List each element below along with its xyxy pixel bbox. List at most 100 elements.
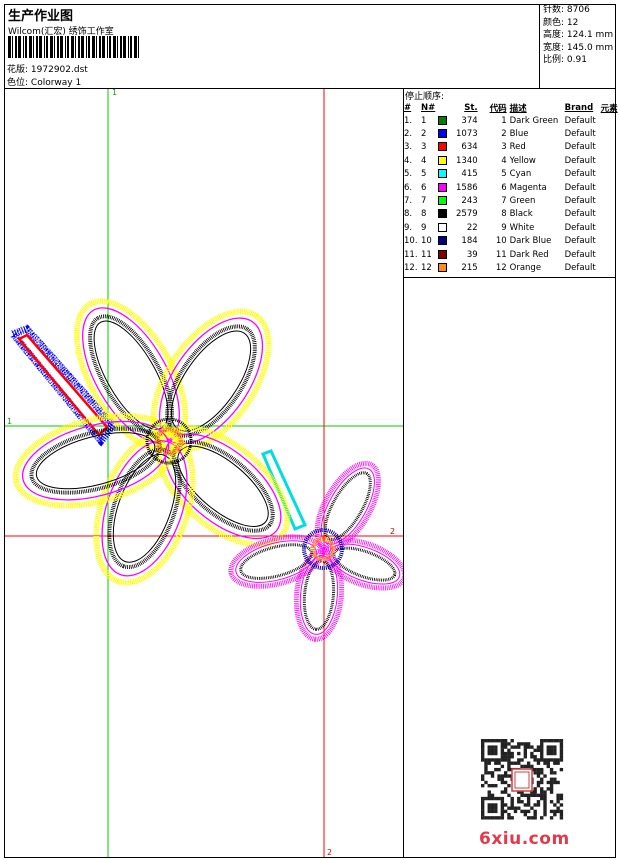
colorway-value: Colorway 1 [30,78,82,88]
cell-swatch [438,154,456,167]
column-header-brand: Brand [564,102,594,113]
table-row: 6. 6 1586 6 Magenta Default [404,181,618,194]
cell-swatch [438,194,456,207]
barcode-icon [8,36,139,58]
column-header-number: N# [421,102,436,113]
cell-description: Dark Blue [509,236,552,247]
table-row: 8. 8 2579 8 Black Default [404,208,618,221]
color-swatch [438,196,447,206]
table-row: 11. 11 39 11 Dark Red Default [404,248,618,261]
cell-element [601,221,618,234]
cell-swatch [438,261,456,274]
cell-element [601,235,618,248]
cell-element [601,248,618,261]
cell-element [601,208,618,221]
cell-brand: Default [564,222,596,233]
table-row: 1. 1 374 1 Dark Green Default [404,114,618,127]
page-title: 生产作业图 [8,9,74,24]
cell-swatch [438,221,456,234]
color-swatch [438,142,447,152]
cell-description: Green [509,196,536,207]
color-swatch [438,262,447,272]
cell-swatch [438,235,456,248]
cell-element [601,141,618,154]
cell-element [601,168,618,181]
cell-code: 1 [501,115,507,126]
stat-colors: 颜色: 12 [543,17,579,28]
color-swatch [438,115,447,125]
cell-code: 12 [495,262,507,273]
cell-number: 2 [421,129,427,140]
cell-swatch [438,181,456,194]
column-header-index: # [404,102,412,113]
cell-stitches: 2579 [456,209,478,220]
cell-description: Blue [509,129,529,140]
cell-brand: Default [564,115,596,126]
table-row: 7. 7 243 7 Green Default [404,194,618,207]
cell-stitches: 1340 [456,155,478,166]
cell-stitches: 1073 [456,129,478,140]
cell-number: 4 [421,155,427,166]
guide-marker-top-1: 1 [112,89,117,97]
cell-brand: Default [564,155,596,166]
cell-brand: Default [564,209,596,220]
design-row: 花版: 1972902.dst [7,62,88,75]
stats-panel: 针数: 8706 颜色: 12 高度: 124.1 mm 宽度: 145.0 m… [543,4,613,67]
design-value: 1972902.dst [30,65,88,75]
cell-index: 11. [404,249,418,260]
table-row: 3. 3 634 3 Red Default [404,141,618,154]
design-label: 花版: [7,65,29,75]
cell-description: Orange [509,262,542,273]
cell-code: 3 [501,142,507,153]
cell-swatch [438,141,456,154]
guide-marker-bottom-2: 2 [327,848,332,857]
cell-code: 10 [495,236,507,247]
cell-index: 5. [404,169,413,180]
cell-element [601,154,618,167]
stat-stitches: 针数: 8706 [543,5,590,15]
colorway-label: 色位: [7,78,29,88]
cell-stitches: 22 [466,222,478,233]
cell-number: 9 [421,222,427,233]
cell-brand: Default [564,196,596,207]
cell-element [601,181,618,194]
cell-code: 6 [501,182,507,193]
cell-index: 4. [404,155,413,166]
color-swatch [438,182,447,192]
cell-stitches: 1586 [456,182,478,193]
cell-number: 10 [421,236,432,247]
color-sequence-table: # N# St. 代码 描述 Brand 元素 1. 1 374 1 Dark Gree… [404,101,618,275]
table-header-row: # N# St. 代码 描述 Brand 元素 [404,101,618,114]
petal [93,430,196,586]
table-row: 12. 12 215 12 Orange Default [404,261,618,274]
cell-element [601,114,618,127]
table-row: 2. 2 1073 2 Blue Default [404,127,618,140]
cell-number: 5 [421,169,427,180]
table-row: 10. 10 184 10 Dark Blue Default [404,235,618,248]
cell-element [601,261,618,274]
cell-number: 7 [421,196,427,207]
cell-swatch [438,168,456,181]
cell-brand: Default [564,129,596,140]
cell-description: White [509,222,535,233]
cell-number: 6 [421,182,427,193]
color-swatch [438,129,447,139]
petal [150,308,272,454]
stat-height: 高度: 124.1 mm [543,30,614,40]
column-header-description: 描述 [509,103,527,114]
cell-description: Dark Green [509,115,559,126]
cell-stitches: 415 [461,169,478,180]
cell-description: Cyan [509,169,532,180]
cell-code: 2 [501,129,507,140]
cell-code: 4 [501,155,507,166]
cell-description: Black [509,209,533,220]
cell-brand: Default [564,262,596,273]
cell-index: 1. [404,115,413,126]
table-row: 5. 5 415 5 Cyan Default [404,168,618,181]
cell-index: 9. [404,222,413,233]
cell-number: 3 [421,142,427,153]
cell-code: 7 [501,196,507,207]
color-swatch [438,236,447,246]
big-flower [12,298,291,586]
qr-code-icon [481,739,564,820]
